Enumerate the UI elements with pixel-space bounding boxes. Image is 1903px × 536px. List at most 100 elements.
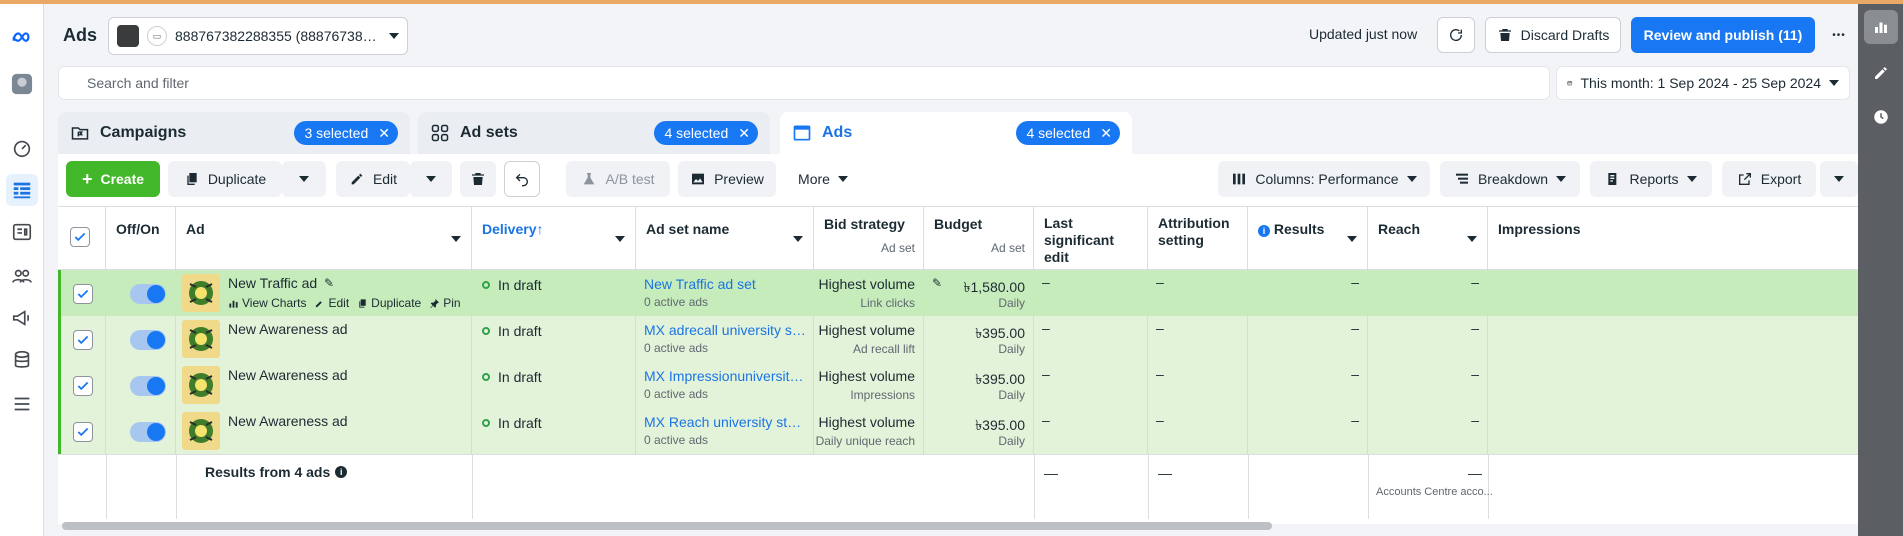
more-options-button[interactable]: •••	[1823, 17, 1855, 53]
billing-database-icon[interactable]	[6, 344, 38, 376]
sort-caret-icon[interactable]	[793, 236, 803, 242]
dashboard-gauge-icon[interactable]	[6, 132, 38, 164]
info-icon[interactable]: i	[335, 466, 348, 478]
select-all-checkbox[interactable]	[70, 227, 90, 247]
charts-bar-icon[interactable]	[1864, 10, 1898, 44]
ad-on-off-toggle[interactable]	[130, 284, 166, 304]
edit-link[interactable]: Edit	[314, 296, 349, 310]
create-label: Create	[100, 171, 145, 187]
column-header-bid-strategy[interactable]: Bid strategy Ad set	[814, 207, 924, 269]
close-icon[interactable]: ✕	[378, 125, 390, 142]
delete-button[interactable]	[460, 161, 496, 197]
edit-budget-pencil-icon[interactable]: ✎	[932, 276, 942, 290]
edit-pencil-icon[interactable]	[1864, 56, 1898, 90]
row-checkbox[interactable]	[73, 330, 93, 350]
duplicate-link[interactable]: Duplicate	[357, 296, 421, 310]
profile-avatar[interactable]	[6, 68, 38, 100]
column-header-last-significant-edit[interactable]: Last significant edit	[1034, 207, 1148, 269]
ad-thumbnail[interactable]	[182, 366, 220, 404]
ad-on-off-toggle[interactable]	[130, 376, 166, 396]
pin-link[interactable]: Pin	[429, 296, 461, 310]
close-icon[interactable]: ✕	[1100, 125, 1112, 142]
table-row[interactable]: New Traffic ad ✎ View Charts Edit Duplic…	[58, 270, 1858, 316]
column-header-ad-set-name[interactable]: Ad set name	[636, 207, 814, 269]
column-header-impressions[interactable]: Impressions	[1488, 207, 1858, 269]
preview-button[interactable]: Preview	[678, 161, 776, 197]
edit-dropdown-button[interactable]	[410, 161, 452, 197]
all-tools-menu-icon[interactable]	[6, 388, 38, 420]
view-charts-link[interactable]: View Charts	[228, 296, 306, 310]
ad-set-link[interactable]: MX Reach university student ad set	[644, 414, 806, 430]
tab-campaigns[interactable]: Campaigns 3 selected ✕	[58, 112, 410, 154]
campaigns-selected-badge[interactable]: 3 selected ✕	[294, 121, 398, 145]
edit-button[interactable]: Edit	[336, 161, 410, 197]
pages-document-icon[interactable]	[6, 216, 38, 248]
ad-thumbnail[interactable]	[182, 412, 220, 450]
row-checkbox[interactable]	[73, 422, 93, 442]
row-checkbox[interactable]	[73, 284, 93, 304]
ad-set-cell: MX Impressionuniversity student ad set 0…	[636, 362, 814, 408]
history-clock-icon[interactable]	[1864, 100, 1898, 134]
table-row[interactable]: New Awareness ad In draft MX Impressionu…	[58, 362, 1858, 408]
tab-ads[interactable]: Ads 4 selected ✕	[780, 112, 1132, 154]
create-button[interactable]: + Create	[66, 161, 160, 197]
campaign-megaphone-icon[interactable]	[6, 302, 38, 334]
date-range-picker[interactable]: This month: 1 Sep 2024 - 25 Sep 2024	[1556, 66, 1850, 100]
ad-set-link[interactable]: MX adrecall university student ad set	[644, 322, 806, 338]
table-row[interactable]: New Awareness ad In draft MX adrecall un…	[58, 316, 1858, 362]
ad-thumbnail[interactable]	[182, 320, 220, 358]
review-and-publish-button[interactable]: Review and publish (11)	[1631, 17, 1815, 53]
audiences-people-icon[interactable]	[6, 260, 38, 292]
duplicate-dropdown-button[interactable]	[282, 161, 326, 197]
sort-caret-icon[interactable]	[1467, 236, 1477, 242]
export-button[interactable]: Export	[1722, 161, 1816, 197]
meta-logo-icon[interactable]	[6, 22, 38, 54]
undo-button[interactable]	[504, 161, 540, 197]
account-selector[interactable]: ▭ 888767382288355 (888767382288355)	[108, 17, 408, 55]
column-header-off-on[interactable]: Off/On	[106, 207, 176, 269]
column-header-attribution-setting[interactable]: Attribution setting	[1148, 207, 1248, 269]
column-header-results[interactable]: i Results	[1248, 207, 1368, 269]
column-header-reach[interactable]: Reach	[1368, 207, 1488, 269]
tab-ad-sets[interactable]: Ad sets 4 selected ✕	[418, 112, 770, 154]
refresh-button[interactable]	[1437, 17, 1475, 53]
table-row[interactable]: New Awareness ad In draft MX Reach unive…	[58, 408, 1858, 454]
sort-caret-icon[interactable]	[615, 236, 625, 242]
sort-caret-icon[interactable]	[451, 236, 461, 242]
ad-name[interactable]: New Awareness ad	[228, 321, 348, 337]
horizontal-scrollbar[interactable]	[62, 522, 1272, 530]
ads-manager-table-icon[interactable]	[6, 174, 38, 206]
close-icon[interactable]: ✕	[738, 125, 750, 142]
budget-period: Daily	[998, 434, 1025, 448]
summary-last-edit: —	[1044, 465, 1058, 481]
reports-button[interactable]: Reports	[1590, 161, 1712, 197]
breakdown-button[interactable]: Breakdown	[1440, 161, 1580, 197]
folder-flag-icon	[71, 127, 89, 140]
ad-on-off-toggle[interactable]	[130, 422, 166, 442]
column-header-ad[interactable]: Ad	[176, 207, 472, 269]
rename-pencil-icon[interactable]: ✎	[324, 276, 334, 290]
ads-selected-badge[interactable]: 4 selected ✕	[1016, 121, 1120, 145]
ad-set-link[interactable]: MX Impressionuniversity student ad set	[644, 368, 806, 384]
ad-thumbnail[interactable]	[182, 274, 220, 312]
sort-caret-icon[interactable]	[1347, 236, 1357, 242]
column-header-budget[interactable]: Budget Ad set	[924, 207, 1034, 269]
columns-button[interactable]: Columns: Performance	[1218, 161, 1430, 197]
row-quick-actions: View Charts Edit Duplicate Pin	[228, 296, 461, 310]
ad-name[interactable]: New Traffic ad	[228, 275, 317, 291]
check-icon	[77, 381, 89, 391]
column-header-delivery[interactable]: Delivery↑	[472, 207, 636, 269]
export-dropdown-button[interactable]	[1820, 161, 1858, 197]
search-input[interactable]: Search and filter	[58, 66, 1550, 100]
row-checkbox[interactable]	[73, 376, 93, 396]
ad-on-off-toggle[interactable]	[130, 330, 166, 350]
date-range-label: This month: 1 Sep 2024 - 25 Sep 2024	[1580, 75, 1822, 91]
ad-sets-selected-badge[interactable]: 4 selected ✕	[654, 121, 758, 145]
info-icon[interactable]: i	[1258, 225, 1270, 237]
ab-test-button[interactable]: A/B test	[566, 161, 670, 197]
duplicate-button[interactable]: Duplicate	[168, 161, 282, 197]
ad-name[interactable]: New Awareness ad	[228, 413, 348, 429]
ad-name[interactable]: New Awareness ad	[228, 367, 348, 383]
discard-drafts-button[interactable]: Discard Drafts	[1485, 17, 1621, 53]
more-button[interactable]: More	[788, 161, 858, 197]
